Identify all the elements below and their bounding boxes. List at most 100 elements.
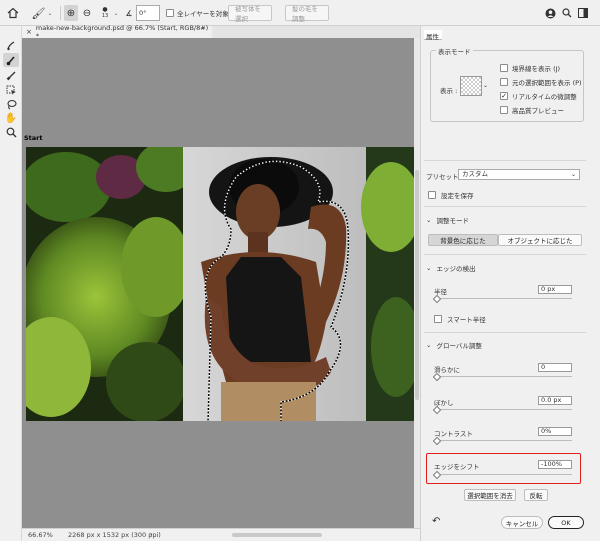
color-aware-button[interactable]: 背景色に応じた — [428, 234, 498, 246]
sample-all-layers-checkbox[interactable] — [166, 9, 174, 17]
edge-detection-section-header[interactable]: ⌄ エッジの検出 — [426, 263, 475, 273]
divider — [424, 206, 586, 207]
chevron-down-icon[interactable]: ⌄ — [483, 82, 488, 89]
status-bar: 66.67% 2268 px x 1532 px (300 ppi) › — [22, 528, 420, 541]
document-tab[interactable]: × make-new-background.psd @ 66.7% (Start… — [22, 24, 212, 40]
radius-slider-track[interactable] — [434, 298, 572, 299]
feather-slider-track[interactable] — [434, 409, 572, 410]
high-quality-preview-option[interactable]: 高品質プレビュー — [500, 105, 564, 115]
angle-input[interactable]: 0° — [136, 5, 160, 21]
workspace-icon[interactable] — [577, 5, 589, 21]
chevron-down-icon: ⌄ — [426, 264, 432, 272]
brush-size-value: 13 — [101, 13, 109, 19]
contrast-slider-track[interactable] — [434, 440, 572, 441]
sample-all-layers-label: 全レイヤーを対象 — [177, 10, 229, 18]
view-label: 表示 : — [440, 87, 458, 95]
preset-dropdown[interactable]: カスタム ⌄ — [458, 169, 580, 180]
smart-radius-checkbox[interactable] — [434, 315, 442, 323]
hand-tool-icon[interactable]: ✋ — [3, 111, 19, 125]
global-refinements-title: グローバル調整 — [436, 342, 482, 350]
horizontal-scrollbar[interactable] — [232, 533, 322, 537]
show-original-label: 元の選択範囲を表示 (P) — [512, 79, 582, 87]
tool-preset-picker[interactable]: 🖌 ⌄ — [30, 5, 54, 21]
subtract-from-selection-button[interactable]: ⊖ — [80, 5, 94, 21]
feather-input[interactable]: 0.0 px — [538, 396, 572, 405]
refine-mode-title: 調整モード — [436, 217, 469, 225]
divider — [424, 254, 586, 255]
chevron-down-icon: ⌄ — [426, 341, 432, 349]
realtime-refinement-label: リアルタイムの微調整 — [512, 93, 577, 101]
canvas-area[interactable]: Start — [22, 38, 414, 528]
search-icon[interactable] — [561, 5, 573, 21]
divider — [424, 160, 586, 161]
radius-input[interactable]: 0 px — [538, 285, 572, 294]
contrast-label: コントラスト — [434, 430, 473, 438]
minus-circle-icon: ⊖ — [82, 7, 92, 19]
divider — [424, 332, 586, 333]
show-original-option[interactable]: 元の選択範囲を表示 (P) — [500, 77, 582, 87]
chevron-right-icon[interactable]: › — [150, 530, 153, 538]
shift-edge-label: エッジをシフト — [434, 463, 480, 471]
high-quality-preview-label: 高品質プレビュー — [512, 107, 564, 115]
add-to-selection-button[interactable]: ⊕ — [64, 5, 78, 21]
view-mode-title: 表示モード — [436, 46, 473, 56]
view-mode-thumbnail[interactable] — [460, 76, 482, 96]
refine-hair-button[interactable]: 髪の毛を調整 — [285, 5, 329, 23]
quick-selection-tool-icon[interactable] — [3, 38, 19, 52]
object-aware-button[interactable]: オブジェクトに応じた — [498, 234, 582, 246]
show-original-checkbox[interactable] — [500, 78, 508, 86]
contrast-input[interactable]: 0% — [538, 427, 572, 436]
reset-icon[interactable]: ↶ — [432, 516, 440, 527]
document-info: 2268 px x 1532 px (300 ppi) — [68, 531, 161, 539]
angle-icon: ∡ — [125, 8, 133, 18]
home-icon[interactable] — [4, 5, 22, 21]
lasso-tool-icon[interactable] — [3, 97, 19, 111]
cancel-button[interactable]: キャンセル — [501, 516, 543, 529]
shift-edge-slider-track[interactable] — [434, 474, 572, 475]
show-edge-option[interactable]: 境界線を表示 (J) — [500, 63, 560, 73]
high-quality-preview-checkbox[interactable] — [500, 106, 508, 114]
save-settings-option[interactable]: 設定を保存 — [428, 190, 474, 200]
learn-icon[interactable] — [543, 5, 557, 21]
options-bar: 🖌 ⌄ ⊕ ⊖ ● 13 ⌄ ∡ 0° 全レイヤーを対象 被写体を選択 髪の毛を… — [0, 0, 600, 26]
sample-all-layers-option[interactable]: 全レイヤーを対象 — [166, 5, 229, 21]
global-refinements-section-header[interactable]: ⌄ グローバル調整 — [426, 340, 482, 350]
chevron-down-icon: ⌄ — [47, 9, 53, 17]
tools-panel: ✋ — [0, 26, 22, 541]
preset-value: カスタム — [462, 170, 488, 178]
select-subject-button[interactable]: 被写体を選択 — [228, 5, 272, 23]
smart-radius-label: スマート半径 — [447, 316, 486, 324]
clear-selection-button[interactable]: 選択範囲を消去 — [464, 489, 516, 501]
preset-label: プリセット — [426, 173, 459, 181]
zoom-tool-icon[interactable] — [3, 125, 19, 139]
invert-button[interactable]: 反転 — [524, 489, 548, 501]
refine-mode-section-header[interactable]: ⌄ 調整モード — [426, 215, 469, 225]
chevron-down-icon[interactable]: ⌄ — [112, 5, 120, 21]
panel-header: 属性 — [426, 33, 439, 41]
edge-detection-title: エッジの検出 — [436, 265, 476, 273]
close-icon[interactable]: × — [26, 28, 32, 36]
brush-tool-icon[interactable] — [3, 68, 19, 82]
smooth-input[interactable]: 0 — [538, 363, 572, 372]
save-settings-label: 設定を保存 — [441, 192, 474, 200]
refine-edge-brush-tool-icon[interactable] — [3, 53, 19, 67]
shift-edge-input[interactable]: -100% — [538, 460, 572, 469]
show-edge-label: 境界線を表示 (J) — [512, 65, 561, 73]
zoom-level[interactable]: 66.67% — [28, 531, 53, 539]
object-selection-tool-icon[interactable] — [3, 83, 19, 97]
scrollbar-thumb[interactable] — [415, 170, 419, 400]
ok-button[interactable]: OK — [548, 516, 584, 529]
realtime-refinement-checkbox[interactable] — [500, 92, 508, 100]
smart-radius-option[interactable]: スマート半径 — [434, 314, 486, 324]
show-edge-checkbox[interactable] — [500, 64, 508, 72]
realtime-refinement-option[interactable]: リアルタイムの微調整 — [500, 91, 577, 101]
save-settings-checkbox[interactable] — [428, 191, 436, 199]
chevron-down-icon: ⌄ — [426, 216, 432, 224]
smooth-label: 滑らかに — [434, 366, 460, 374]
brush-icon: 🖌 — [31, 6, 46, 20]
brush-size-picker[interactable]: ● 13 — [98, 5, 112, 21]
layer-label: Start — [24, 134, 43, 142]
chevron-down-icon: ⌄ — [570, 171, 576, 178]
smooth-slider-track[interactable] — [434, 376, 572, 377]
document-image[interactable] — [26, 147, 414, 421]
